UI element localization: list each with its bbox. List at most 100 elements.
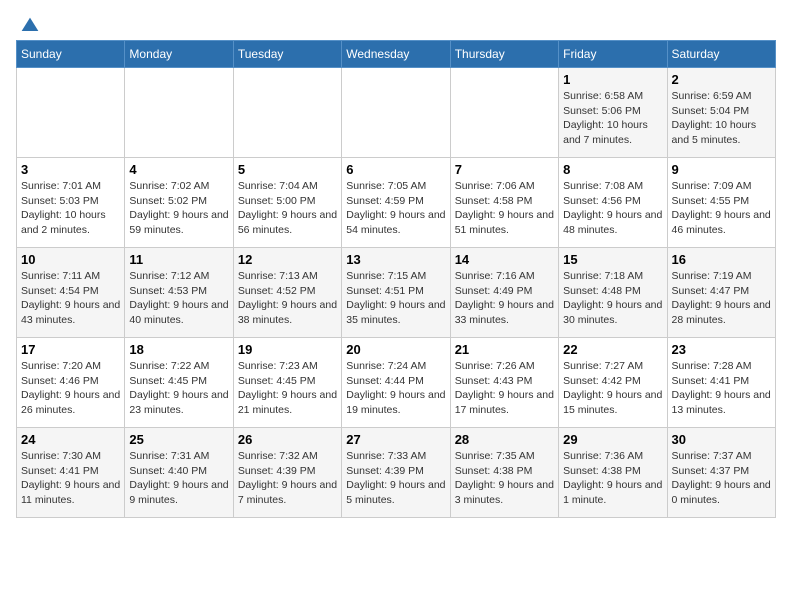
day-number: 2 — [672, 72, 771, 87]
day-number: 11 — [129, 252, 228, 267]
calendar-cell: 7 Sunrise: 7:06 AM Sunset: 4:58 PM Daylig… — [450, 158, 558, 248]
day-info: Sunrise: 7:31 AM Sunset: 4:40 PM Dayligh… — [129, 449, 228, 508]
day-info: Sunrise: 7:11 AM Sunset: 4:54 PM Dayligh… — [21, 269, 120, 328]
day-info: Sunrise: 7:20 AM Sunset: 4:46 PM Dayligh… — [21, 359, 120, 418]
day-number: 16 — [672, 252, 771, 267]
day-info: Sunrise: 7:16 AM Sunset: 4:49 PM Dayligh… — [455, 269, 554, 328]
day-number: 28 — [455, 432, 554, 447]
day-number: 14 — [455, 252, 554, 267]
day-info: Sunrise: 7:33 AM Sunset: 4:39 PM Dayligh… — [346, 449, 445, 508]
col-header-friday: Friday — [559, 41, 667, 68]
calendar-cell — [17, 68, 125, 158]
day-info: Sunrise: 7:28 AM Sunset: 4:41 PM Dayligh… — [672, 359, 771, 418]
day-number: 4 — [129, 162, 228, 177]
day-info: Sunrise: 7:23 AM Sunset: 4:45 PM Dayligh… — [238, 359, 337, 418]
day-info: Sunrise: 7:27 AM Sunset: 4:42 PM Dayligh… — [563, 359, 662, 418]
calendar-cell: 4Sunrise: 7:02 AM Sunset: 5:02 PM Daylig… — [125, 158, 233, 248]
col-header-monday: Monday — [125, 41, 233, 68]
day-number: 7 — [455, 162, 554, 177]
day-number: 30 — [672, 432, 771, 447]
calendar-cell: 10 Sunrise: 7:11 AM Sunset: 4:54 PM Dayli… — [17, 248, 125, 338]
day-number: 3 — [21, 162, 120, 177]
day-number: 10 — [21, 252, 120, 267]
day-info: Sunrise: 7:01 AM Sunset: 5:03 PM Dayligh… — [21, 179, 120, 238]
day-number: 13 — [346, 252, 445, 267]
calendar-cell: 28Sunrise: 7:35 AM Sunset: 4:38 PM Dayli… — [450, 428, 558, 518]
day-info: Sunrise: 7:05 AM Sunset: 4:59 PM Dayligh… — [346, 179, 445, 238]
day-number: 25 — [129, 432, 228, 447]
calendar-cell: 6 Sunrise: 7:05 AM Sunset: 4:59 PM Daylig… — [342, 158, 450, 248]
day-number: 1 — [563, 72, 662, 87]
calendar-cell: 27 Sunrise: 7:33 AM Sunset: 4:39 PM Dayli… — [342, 428, 450, 518]
day-info: Sunrise: 6:59 AM Sunset: 5:04 PM Dayligh… — [672, 89, 771, 148]
day-info: Sunrise: 7:12 AM Sunset: 4:53 PM Dayligh… — [129, 269, 228, 328]
calendar-cell: 20Sunrise: 7:24 AM Sunset: 4:44 PM Dayli… — [342, 338, 450, 428]
calendar-table: SundayMondayTuesdayWednesdayThursdayFrid… — [16, 40, 776, 518]
calendar-cell: 19 Sunrise: 7:23 AM Sunset: 4:45 PM Dayli… — [233, 338, 341, 428]
day-info: Sunrise: 7:19 AM Sunset: 4:47 PM Dayligh… — [672, 269, 771, 328]
calendar-cell: 16 Sunrise: 7:19 AM Sunset: 4:47 PM Dayli… — [667, 248, 775, 338]
calendar-cell: 21 Sunrise: 7:26 AM Sunset: 4:43 PM Dayli… — [450, 338, 558, 428]
calendar-cell: 11 Sunrise: 7:12 AM Sunset: 4:53 PM Dayli… — [125, 248, 233, 338]
day-info: Sunrise: 7:09 AM Sunset: 4:55 PM Dayligh… — [672, 179, 771, 238]
day-number: 9 — [672, 162, 771, 177]
col-header-saturday: Saturday — [667, 41, 775, 68]
calendar-cell: 25 Sunrise: 7:31 AM Sunset: 4:40 PM Dayli… — [125, 428, 233, 518]
day-info: Sunrise: 7:06 AM Sunset: 4:58 PM Dayligh… — [455, 179, 554, 238]
calendar-cell: 29 Sunrise: 7:36 AM Sunset: 4:38 PM Dayli… — [559, 428, 667, 518]
day-info: Sunrise: 7:30 AM Sunset: 4:41 PM Dayligh… — [21, 449, 120, 508]
calendar-cell — [450, 68, 558, 158]
calendar-cell: 5Sunrise: 7:04 AM Sunset: 5:00 PM Daylig… — [233, 158, 341, 248]
page-header — [16, 16, 776, 32]
day-number: 23 — [672, 342, 771, 357]
day-number: 8 — [563, 162, 662, 177]
calendar-cell: 2 Sunrise: 6:59 AM Sunset: 5:04 PM Daylig… — [667, 68, 775, 158]
calendar-cell — [233, 68, 341, 158]
day-number: 27 — [346, 432, 445, 447]
col-header-sunday: Sunday — [17, 41, 125, 68]
day-info: Sunrise: 7:24 AM Sunset: 4:44 PM Dayligh… — [346, 359, 445, 418]
calendar-cell — [125, 68, 233, 158]
calendar-cell: 12 Sunrise: 7:13 AM Sunset: 4:52 PM Dayli… — [233, 248, 341, 338]
day-info: Sunrise: 7:36 AM Sunset: 4:38 PM Dayligh… — [563, 449, 662, 508]
day-info: Sunrise: 7:32 AM Sunset: 4:39 PM Dayligh… — [238, 449, 337, 508]
day-info: Sunrise: 7:18 AM Sunset: 4:48 PM Dayligh… — [563, 269, 662, 328]
day-number: 24 — [21, 432, 120, 447]
day-number: 17 — [21, 342, 120, 357]
calendar-row: 10 Sunrise: 7:11 AM Sunset: 4:54 PM Dayli… — [17, 248, 776, 338]
calendar-cell: 15 Sunrise: 7:18 AM Sunset: 4:48 PM Dayli… — [559, 248, 667, 338]
calendar-cell: 22Sunrise: 7:27 AM Sunset: 4:42 PM Dayli… — [559, 338, 667, 428]
col-header-wednesday: Wednesday — [342, 41, 450, 68]
day-number: 18 — [129, 342, 228, 357]
day-info: Sunrise: 7:22 AM Sunset: 4:45 PM Dayligh… — [129, 359, 228, 418]
day-number: 29 — [563, 432, 662, 447]
day-number: 21 — [455, 342, 554, 357]
col-header-thursday: Thursday — [450, 41, 558, 68]
calendar-cell: 30 Sunrise: 7:37 AM Sunset: 4:37 PM Dayli… — [667, 428, 775, 518]
calendar-cell: 17 Sunrise: 7:20 AM Sunset: 4:46 PM Dayli… — [17, 338, 125, 428]
calendar-row: 3 Sunrise: 7:01 AM Sunset: 5:03 PM Daylig… — [17, 158, 776, 248]
calendar-row: 1 Sunrise: 6:58 AM Sunset: 5:06 PM Daylig… — [17, 68, 776, 158]
col-header-tuesday: Tuesday — [233, 41, 341, 68]
day-info: Sunrise: 7:13 AM Sunset: 4:52 PM Dayligh… — [238, 269, 337, 328]
calendar-cell: 26 Sunrise: 7:32 AM Sunset: 4:39 PM Dayli… — [233, 428, 341, 518]
day-info: Sunrise: 6:58 AM Sunset: 5:06 PM Dayligh… — [563, 89, 662, 148]
day-info: Sunrise: 7:08 AM Sunset: 4:56 PM Dayligh… — [563, 179, 662, 238]
day-number: 5 — [238, 162, 337, 177]
calendar-row: 17 Sunrise: 7:20 AM Sunset: 4:46 PM Dayli… — [17, 338, 776, 428]
calendar-cell: 13 Sunrise: 7:15 AM Sunset: 4:51 PM Dayli… — [342, 248, 450, 338]
logo-icon — [20, 16, 40, 36]
day-number: 15 — [563, 252, 662, 267]
day-info: Sunrise: 7:15 AM Sunset: 4:51 PM Dayligh… — [346, 269, 445, 328]
day-number: 26 — [238, 432, 337, 447]
calendar-cell: 14 Sunrise: 7:16 AM Sunset: 4:49 PM Dayli… — [450, 248, 558, 338]
calendar-cell: 23 Sunrise: 7:28 AM Sunset: 4:41 PM Dayli… — [667, 338, 775, 428]
day-number: 12 — [238, 252, 337, 267]
day-number: 6 — [346, 162, 445, 177]
day-info: Sunrise: 7:26 AM Sunset: 4:43 PM Dayligh… — [455, 359, 554, 418]
calendar-cell: 8 Sunrise: 7:08 AM Sunset: 4:56 PM Daylig… — [559, 158, 667, 248]
day-number: 19 — [238, 342, 337, 357]
calendar-cell: 9 Sunrise: 7:09 AM Sunset: 4:55 PM Daylig… — [667, 158, 775, 248]
day-info: Sunrise: 7:37 AM Sunset: 4:37 PM Dayligh… — [672, 449, 771, 508]
logo — [16, 16, 40, 32]
